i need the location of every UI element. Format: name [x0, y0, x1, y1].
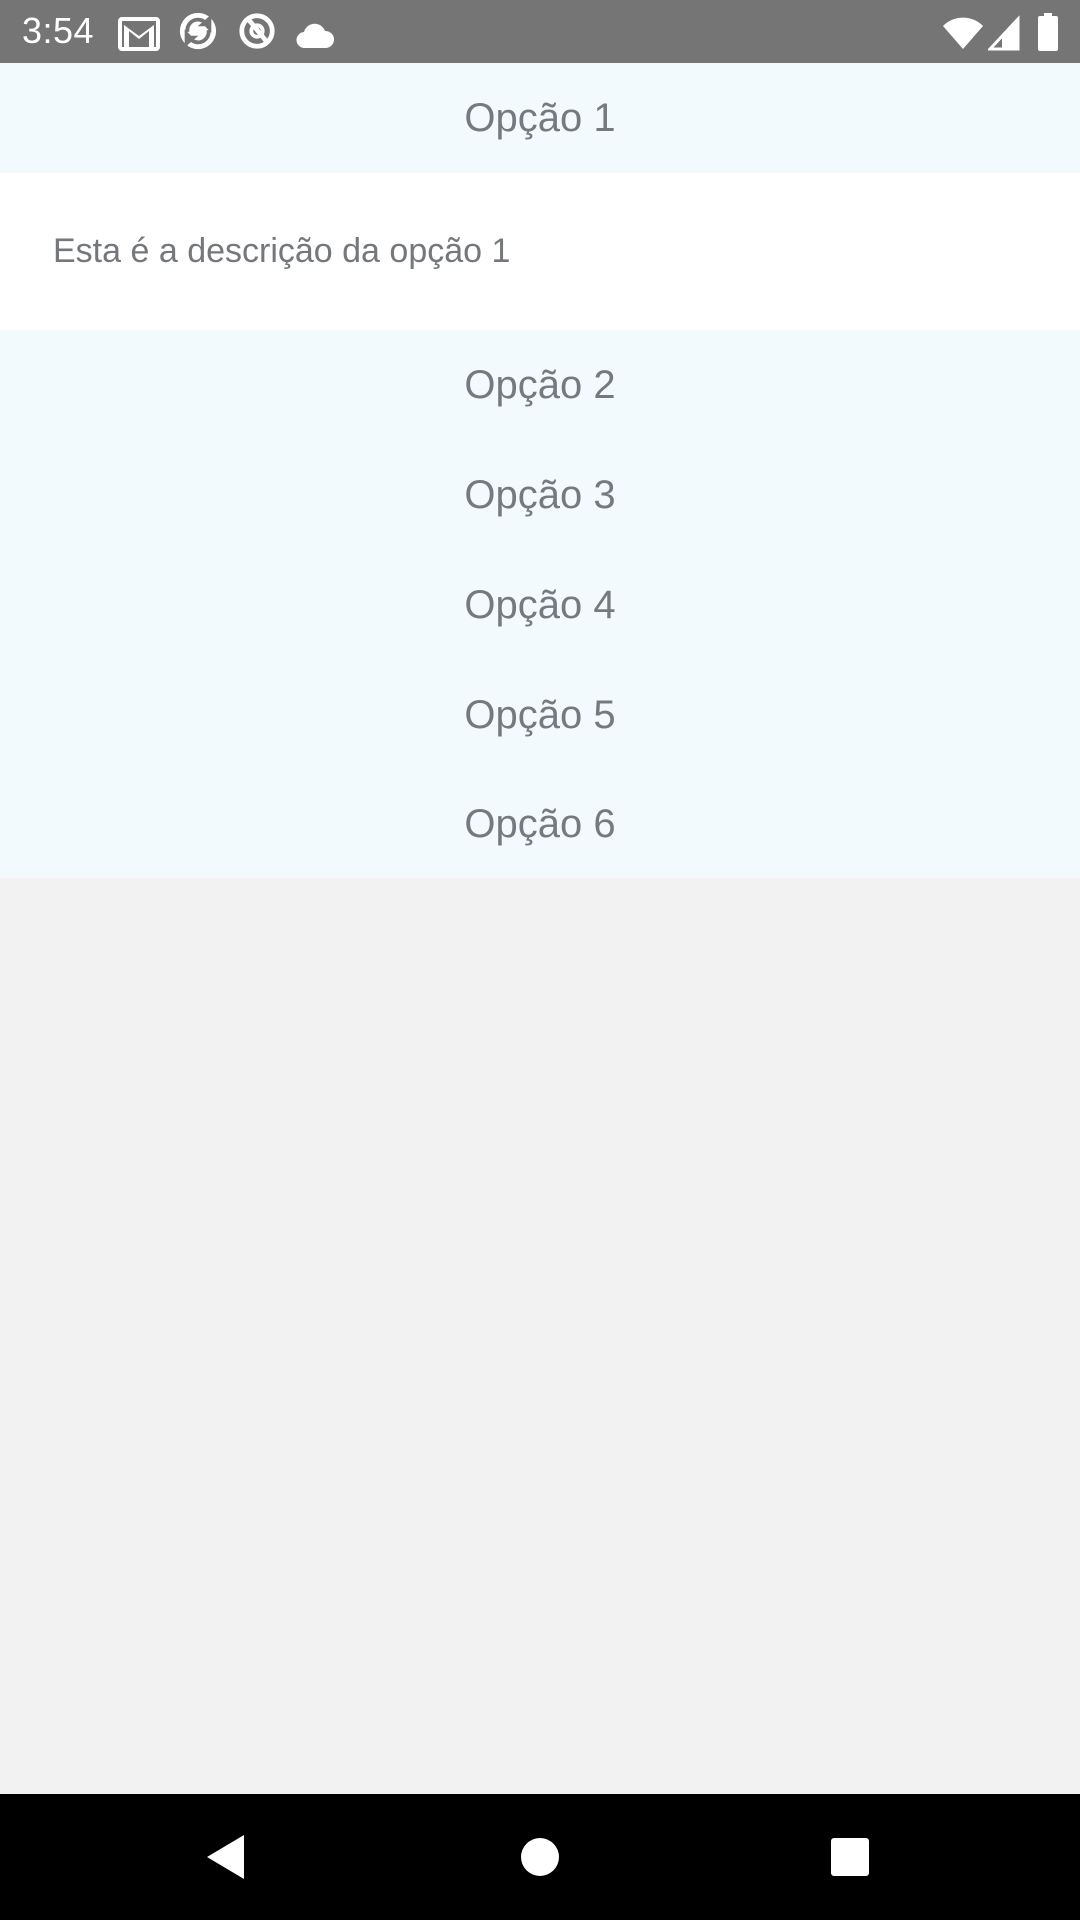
- accordion-list: Opção 1 Esta é a descrição da opção 1 Op…: [0, 63, 1080, 878]
- status-bar: 3:54: [0, 0, 1080, 63]
- accordion-header-label: Opção 5: [464, 692, 616, 737]
- accordion-description: Esta é a descrição da opção 1: [53, 232, 511, 270]
- wifi-icon: [943, 17, 983, 49]
- navigation-bar: [0, 1794, 1080, 1920]
- back-button[interactable]: [146, 1794, 306, 1920]
- accordion-header-option-3[interactable]: Opção 3: [0, 440, 1080, 550]
- accordion-body-option-1: Esta é a descrição da opção 1: [0, 173, 1080, 330]
- accordion-header-option-5[interactable]: Opção 5: [0, 660, 1080, 770]
- accordion-header-label: Opção 4: [464, 582, 616, 627]
- accordion-header-label: Opção 3: [464, 472, 616, 517]
- status-time: 3:54: [22, 10, 95, 51]
- accordion-header-option-1[interactable]: Opção 1: [0, 63, 1080, 173]
- recents-icon: [831, 1838, 869, 1876]
- home-icon: [521, 1838, 559, 1876]
- accordion-header-option-6[interactable]: Opção 6: [0, 770, 1080, 878]
- accordion-header-label: Opção 2: [464, 362, 616, 407]
- back-icon: [207, 1835, 244, 1879]
- accordion-header-option-4[interactable]: Opção 4: [0, 550, 1080, 660]
- home-button[interactable]: [460, 1794, 620, 1920]
- accordion-header-label: Opção 6: [464, 801, 616, 846]
- signal-icon: [988, 15, 1020, 51]
- recents-button[interactable]: [770, 1794, 930, 1920]
- accordion-header-label: Opção 1: [464, 95, 616, 140]
- accordion-header-option-2[interactable]: Opção 2: [0, 330, 1080, 440]
- app-screen: 3:54 Opção 1 Esta é a descrição da opção…: [0, 0, 1080, 1920]
- cloud-icon: [296, 23, 335, 49]
- gmail-icon: [118, 17, 160, 51]
- sync-app-icon: [179, 12, 217, 50]
- battery-icon: [1038, 13, 1058, 51]
- no-sync-icon: [239, 13, 275, 49]
